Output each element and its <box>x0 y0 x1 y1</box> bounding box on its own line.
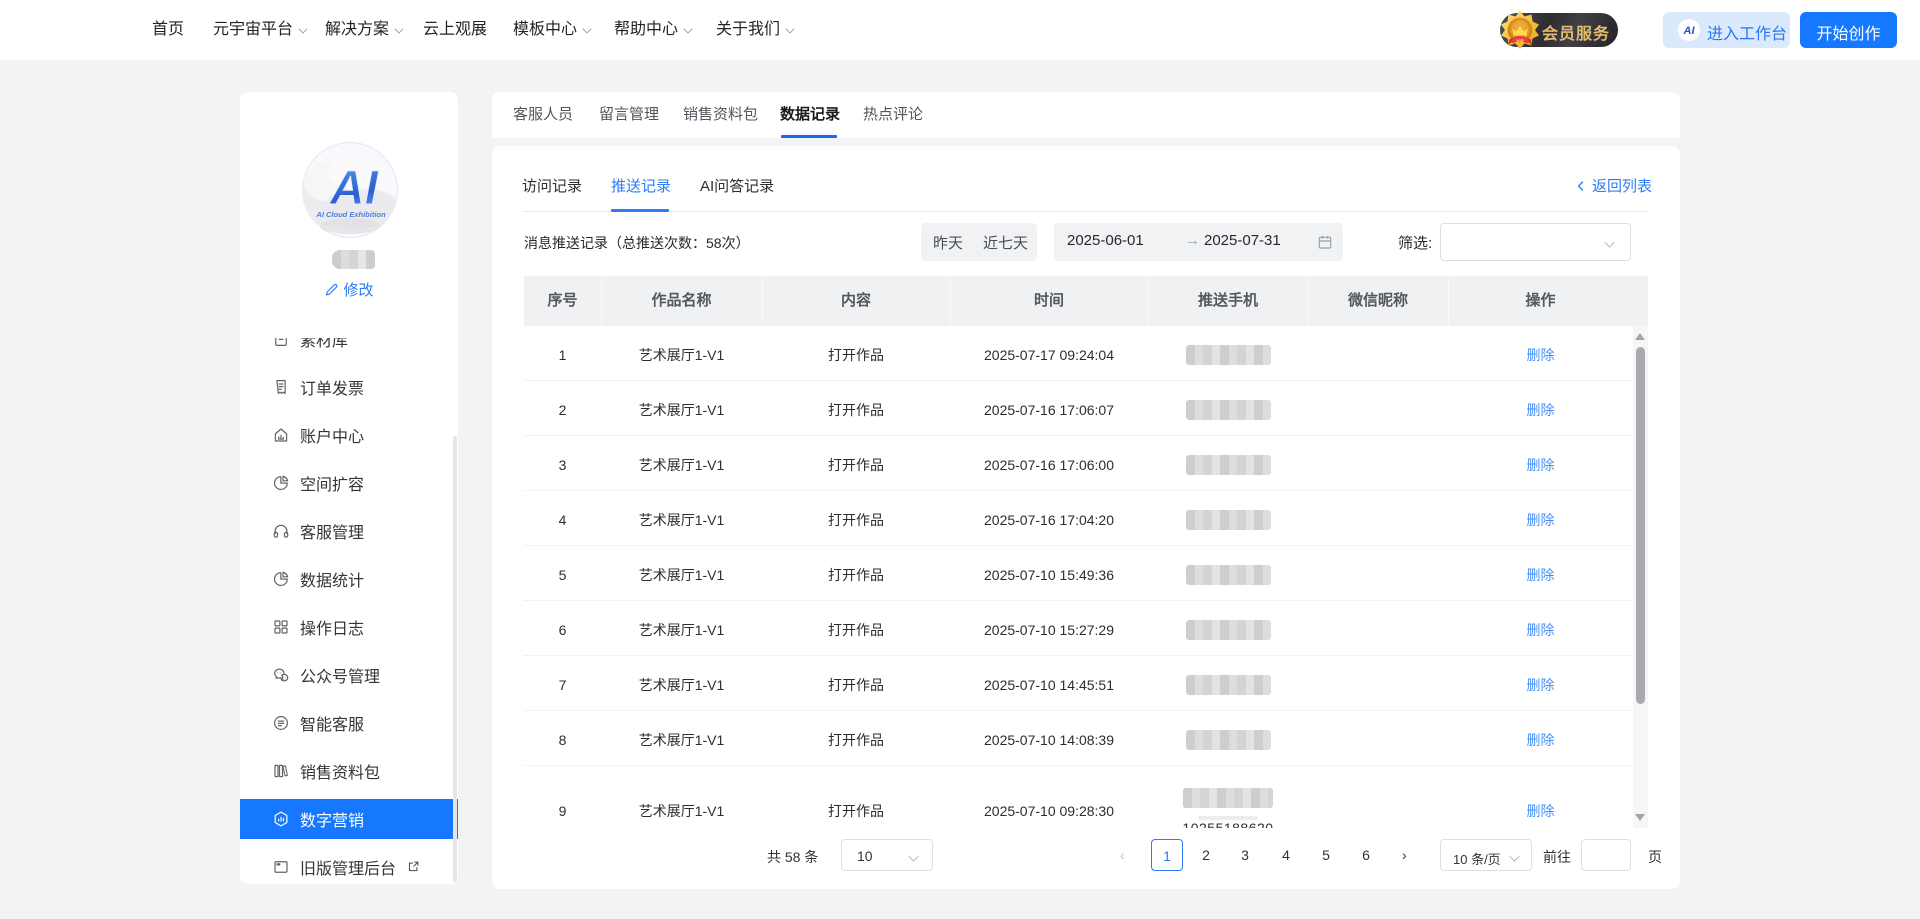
svg-text:AI Cloud Exhibition: AI Cloud Exhibition <box>315 210 386 219</box>
svg-text:AI: AI <box>329 162 380 215</box>
svg-text:VIP: VIP <box>1516 38 1523 43</box>
svg-text:AI: AI <box>1683 25 1696 37</box>
